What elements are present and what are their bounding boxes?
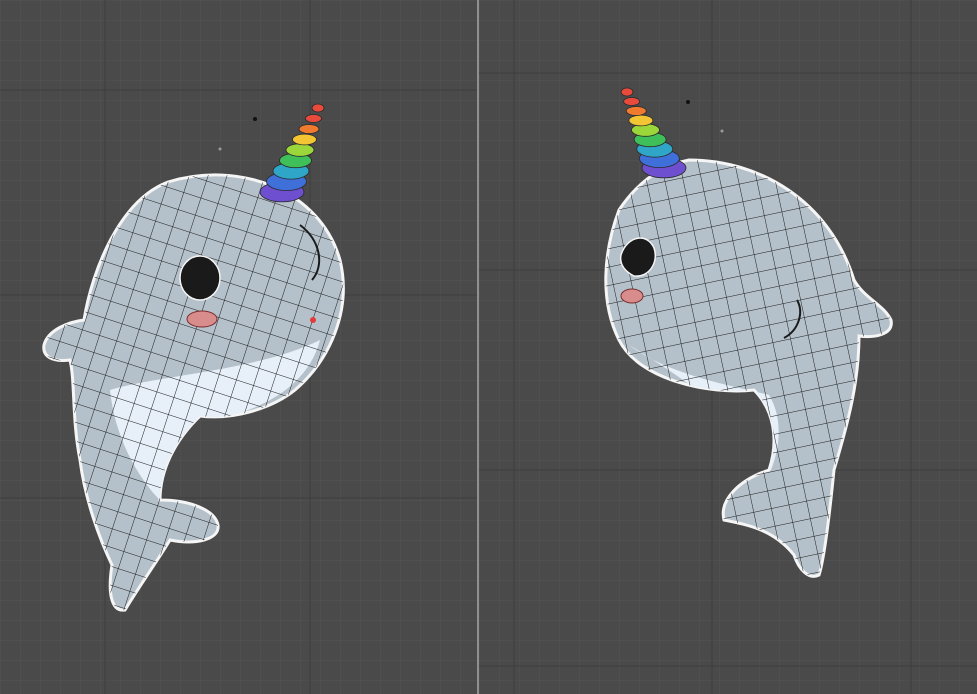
horn-segment — [628, 114, 654, 127]
viewport-front[interactable] — [0, 0, 477, 694]
origin-dot — [720, 129, 724, 133]
origin-dot — [218, 147, 222, 151]
viewport-side[interactable] — [479, 0, 977, 694]
eye — [179, 255, 221, 301]
scene-canvas[interactable] — [0, 0, 477, 694]
scene-canvas[interactable] — [479, 0, 977, 694]
selection-dot — [686, 100, 690, 104]
horn-segment — [623, 97, 641, 106]
horn-segment — [620, 87, 634, 97]
cheek — [186, 310, 218, 328]
cheek — [620, 288, 644, 304]
horn-segment — [311, 103, 325, 113]
selection-dot — [253, 117, 257, 121]
horn-segment — [298, 124, 320, 134]
horn-segment — [625, 106, 647, 116]
horn-segment — [285, 143, 315, 157]
mouth-detail — [310, 317, 316, 323]
blender-editor — [0, 0, 977, 694]
horn-segment — [305, 114, 322, 123]
horn-segment — [292, 133, 317, 146]
